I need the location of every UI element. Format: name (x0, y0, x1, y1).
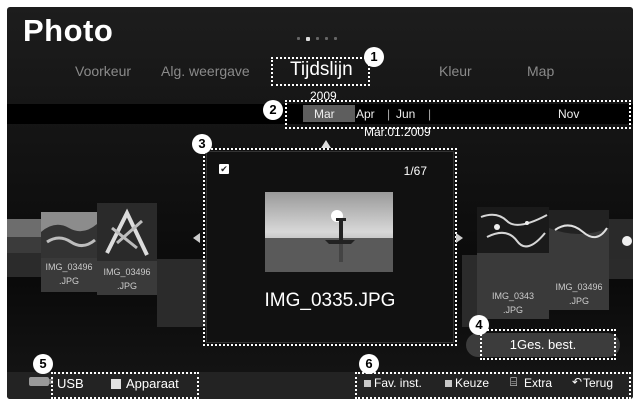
thumbnail-label: IMG_0343 .JPG (477, 289, 549, 317)
thumbnail-label: IMG_03496 .JPG (41, 260, 97, 288)
page-dot (297, 37, 300, 40)
page-title: Photo (23, 13, 114, 48)
scroll-up-arrow-icon[interactable] (321, 140, 331, 148)
callout-box-3 (203, 148, 457, 346)
page-indicator (297, 36, 337, 41)
photo-thumbnail (7, 219, 41, 253)
thumbnail-label: IMG_03496 .JPG (97, 265, 157, 293)
thumbnail-label-line: .JPG (502, 305, 523, 315)
callout-badge-1: 1 (364, 47, 384, 67)
scroll-right-arrow-icon[interactable] (456, 233, 463, 243)
photo-thumbnail (549, 210, 609, 254)
callout-badge-5: 5 (33, 354, 53, 374)
thumbnail-label-line: IMG_03496 (45, 262, 93, 272)
thumbnail-tile[interactable]: IMG_0343 .JPG (477, 207, 549, 319)
page-dot (316, 37, 319, 40)
photo-thumbnail (477, 207, 549, 253)
callout-badge-3: 3 (192, 134, 212, 154)
page-dot (325, 37, 328, 40)
thumbnail-label-line: IMG_03496 (103, 267, 151, 277)
callout-badge-2: 2 (263, 100, 283, 120)
thumbnail-tile[interactable]: IMG_03496 .JPG (97, 203, 157, 295)
callout-box-4 (480, 329, 616, 360)
tab-voorkeur[interactable]: Voorkeur (75, 63, 131, 79)
photo-thumbnail (41, 212, 97, 258)
thumbnail-label-line: .JPG (58, 276, 79, 286)
callout-box-6 (355, 372, 631, 399)
callout-box-1 (271, 57, 370, 86)
photo-thumbnail (97, 203, 157, 261)
tab-map[interactable]: Map (527, 63, 554, 79)
callout-badge-6: 6 (359, 354, 379, 374)
thumbnail-label-line: IMG_0343 (491, 291, 535, 301)
callout-box-2 (285, 100, 631, 129)
tab-alg-weergave[interactable]: Alg. weergave (161, 63, 250, 79)
thumbnail-tile[interactable]: IMG_03496 .JPG (41, 212, 97, 292)
thumbnail-tile[interactable] (609, 219, 633, 279)
photo-thumbnail (609, 219, 633, 259)
thumbnail-tile[interactable] (7, 219, 41, 277)
thumbnail-tile[interactable]: IMG_03496 .JPG (549, 210, 609, 310)
page-dot-active (306, 36, 310, 41)
callout-badge-4: 4 (469, 315, 489, 335)
thumbnail-label: IMG_03496 .JPG (549, 280, 609, 308)
scroll-left-arrow-icon[interactable] (193, 233, 200, 243)
page-dot (334, 37, 337, 40)
thumbnail-tile[interactable] (157, 259, 207, 327)
thumbnail-label-line: .JPG (568, 296, 589, 306)
thumbnail-label-line: IMG_03496 (555, 282, 603, 292)
tab-kleur[interactable]: Kleur (439, 63, 472, 79)
callout-box-5 (51, 372, 199, 399)
usb-device-icon (29, 377, 53, 386)
thumbnail-label-line: .JPG (116, 281, 137, 291)
photo-browser-screen: Photo Voorkeur Alg. weergave Tijdslijn K… (7, 7, 633, 399)
